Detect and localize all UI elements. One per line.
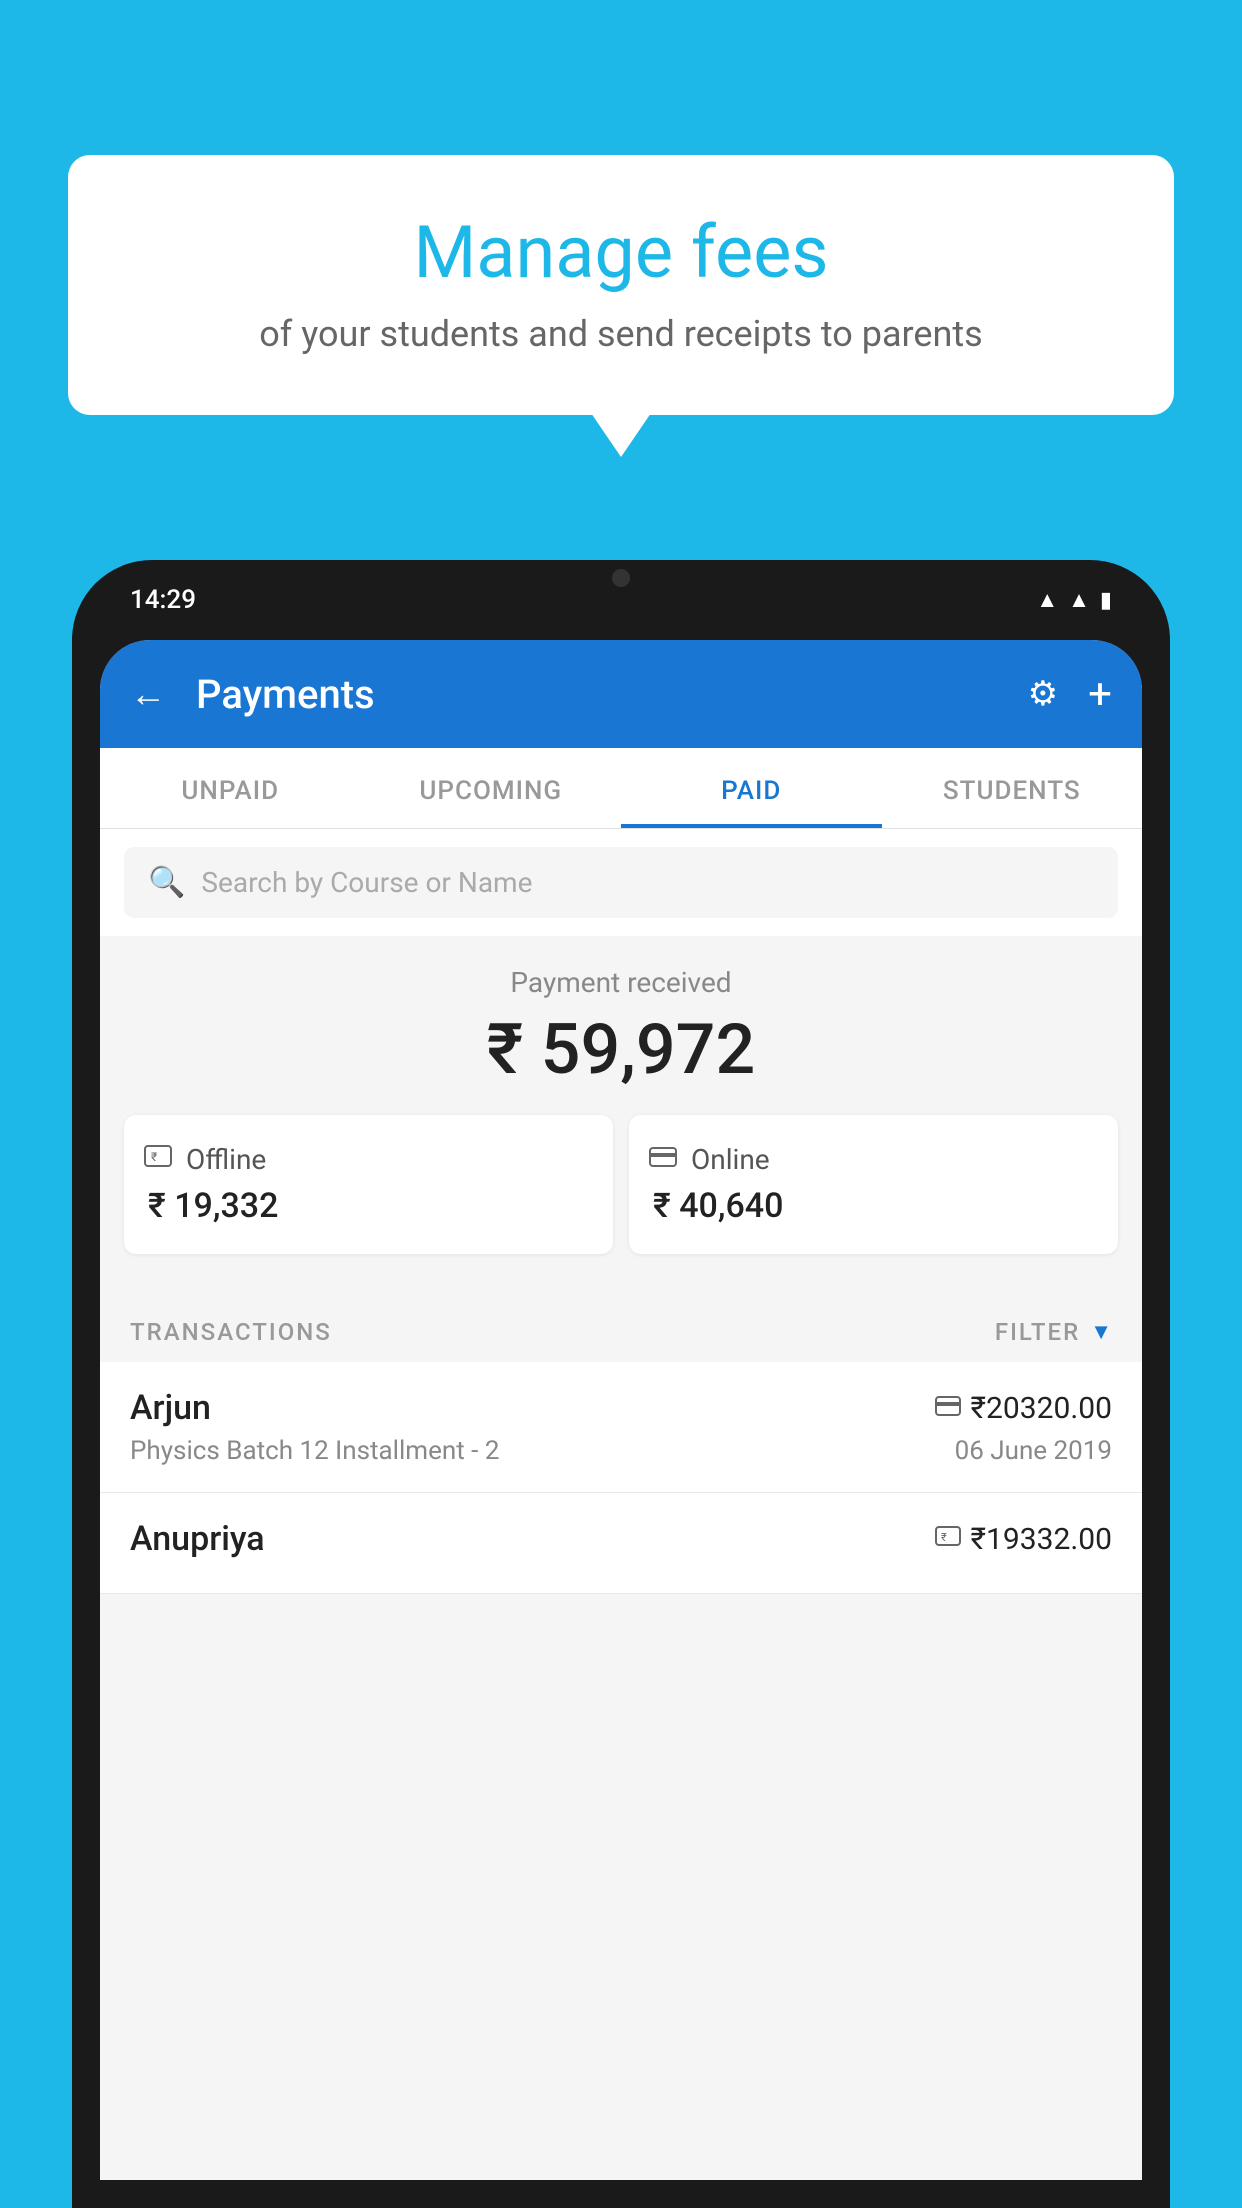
wifi-icon: ▲ bbox=[1036, 587, 1058, 613]
payment-received-label: Payment received bbox=[100, 966, 1142, 999]
svg-text:₹: ₹ bbox=[941, 1531, 947, 1544]
offline-card-header: ₹ Offline bbox=[144, 1143, 266, 1176]
speech-bubble: Manage fees of your students and send re… bbox=[68, 155, 1174, 415]
transactions-label: TRANSACTIONS bbox=[130, 1318, 332, 1346]
search-icon: 🔍 bbox=[148, 865, 185, 900]
offline-payment-icon: ₹ bbox=[144, 1144, 172, 1175]
settings-icon[interactable]: ⚙ bbox=[1028, 674, 1058, 714]
online-label: Online bbox=[691, 1143, 770, 1176]
svg-text:₹: ₹ bbox=[151, 1150, 157, 1164]
status-bar: 14:29 ▲ ▲ ▮ bbox=[100, 560, 1142, 640]
offline-card: ₹ Offline ₹ 19,332 bbox=[124, 1115, 613, 1254]
tabs-bar: UNPAID UPCOMING PAID STUDENTS bbox=[100, 748, 1142, 829]
transaction-name: Arjun bbox=[130, 1388, 211, 1428]
transaction-name-2: Anupriya bbox=[130, 1519, 265, 1559]
transactions-list: Arjun ₹20320.00 Physics bbox=[100, 1362, 1142, 1594]
status-time: 14:29 bbox=[130, 585, 196, 615]
battery-icon: ▮ bbox=[1100, 588, 1112, 613]
transaction-date: 06 June 2019 bbox=[955, 1436, 1112, 1466]
transaction-amount-container-2: ₹ ₹19332.00 bbox=[935, 1522, 1112, 1557]
bubble-title: Manage fees bbox=[128, 210, 1114, 295]
offline-amount: ₹ 19,332 bbox=[144, 1186, 278, 1226]
status-icons: ▲ ▲ ▮ bbox=[1036, 587, 1112, 613]
signal-icon: ▲ bbox=[1068, 587, 1090, 613]
transaction-course: Physics Batch 12 Installment - 2 bbox=[130, 1436, 499, 1466]
transaction-amount: ₹20320.00 bbox=[971, 1391, 1112, 1426]
offline-payment-type-icon: ₹ bbox=[935, 1524, 961, 1554]
offline-label: Offline bbox=[186, 1143, 266, 1176]
online-amount: ₹ 40,640 bbox=[649, 1186, 783, 1226]
table-row[interactable]: Anupriya ₹ ₹19332.00 bbox=[100, 1493, 1142, 1594]
app-bar: ← Payments ⚙ + bbox=[100, 640, 1142, 748]
transaction-amount-2: ₹19332.00 bbox=[971, 1522, 1112, 1557]
online-card-header: Online bbox=[649, 1143, 770, 1176]
app-bar-title: Payments bbox=[196, 671, 1008, 718]
filter-icon: ▼ bbox=[1090, 1319, 1112, 1345]
online-payment-icon bbox=[649, 1145, 677, 1175]
filter-container[interactable]: FILTER ▼ bbox=[995, 1318, 1112, 1346]
transaction-row-top-2: Anupriya ₹ ₹19332.00 bbox=[130, 1519, 1112, 1559]
search-container: 🔍 Search by Course or Name bbox=[100, 829, 1142, 936]
transaction-row-top: Arjun ₹20320.00 bbox=[130, 1388, 1112, 1428]
filter-label: FILTER bbox=[995, 1318, 1080, 1346]
phone-notch bbox=[561, 560, 681, 596]
online-card: Online ₹ 40,640 bbox=[629, 1115, 1118, 1254]
tab-upcoming[interactable]: UPCOMING bbox=[361, 748, 622, 828]
transaction-amount-container: ₹20320.00 bbox=[935, 1391, 1112, 1426]
tab-paid[interactable]: PAID bbox=[621, 748, 882, 828]
camera bbox=[612, 569, 630, 587]
add-icon[interactable]: + bbox=[1088, 670, 1112, 719]
transaction-row-bottom: Physics Batch 12 Installment - 2 06 June… bbox=[130, 1436, 1112, 1466]
tab-students[interactable]: STUDENTS bbox=[882, 748, 1143, 828]
app-bar-actions: ⚙ + bbox=[1028, 670, 1112, 719]
payment-cards: ₹ Offline ₹ 19,332 bbox=[100, 1115, 1142, 1278]
phone-screen: ← Payments ⚙ + UNPAID UPCOMING PAID STUD… bbox=[100, 640, 1142, 2180]
bubble-subtitle: of your students and send receipts to pa… bbox=[128, 313, 1114, 355]
payment-summary: Payment received ₹ 59,972 ₹ bbox=[100, 936, 1142, 1298]
tab-unpaid[interactable]: UNPAID bbox=[100, 748, 361, 828]
search-placeholder: Search by Course or Name bbox=[201, 866, 532, 899]
table-row[interactable]: Arjun ₹20320.00 Physics bbox=[100, 1362, 1142, 1493]
back-button[interactable]: ← bbox=[130, 673, 166, 715]
phone-frame: 14:29 ▲ ▲ ▮ ← Payments ⚙ + bbox=[72, 560, 1170, 2208]
online-payment-type-icon bbox=[935, 1393, 961, 1423]
transactions-header: TRANSACTIONS FILTER ▼ bbox=[100, 1298, 1142, 1362]
payment-total-amount: ₹ 59,972 bbox=[100, 1009, 1142, 1091]
search-bar[interactable]: 🔍 Search by Course or Name bbox=[124, 847, 1118, 918]
